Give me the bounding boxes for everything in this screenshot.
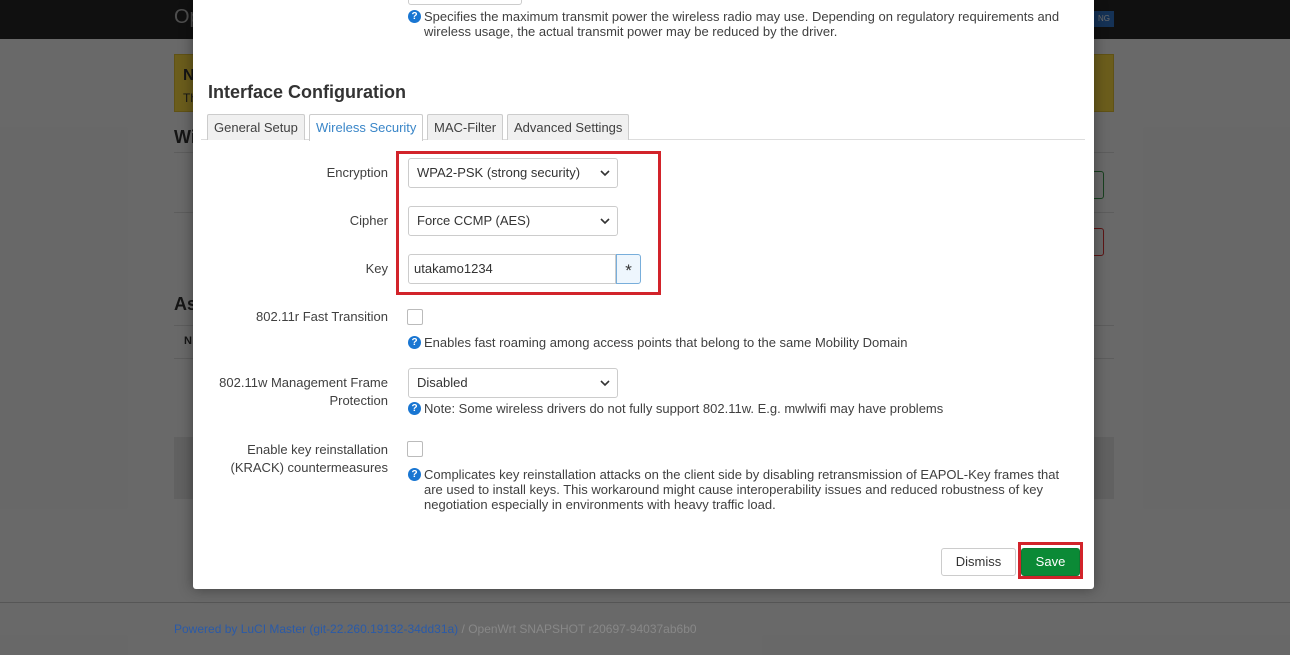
krack-checkbox[interactable] [407, 441, 423, 457]
help-icon: ? [408, 402, 421, 415]
key-label: Key [365, 261, 388, 276]
fast-transition-help: ? Enables fast roaming among access poin… [408, 335, 1078, 350]
encryption-label: Encryption [326, 165, 388, 180]
help-text: Complicates key reinstallation attacks o… [424, 467, 1060, 512]
tx-power-help: ? Specifies the maximum transmit power t… [408, 9, 1078, 39]
mgmt-protection-value: Disabled [417, 375, 468, 390]
label-line: (KRACK) countermeasures [230, 460, 389, 475]
tab-advanced-settings[interactable]: Advanced Settings [507, 114, 630, 140]
label-line: Protection [329, 393, 388, 408]
fast-transition-checkbox[interactable] [407, 309, 423, 325]
tab-mac-filter[interactable]: MAC-Filter [427, 114, 504, 140]
help-text: Note: Some wireless drivers do not fully… [424, 401, 944, 416]
save-button[interactable]: Save [1021, 548, 1080, 576]
label-line: Enable key reinstallation [247, 442, 388, 457]
tab-general-setup[interactable]: General Setup [207, 114, 305, 140]
page-footer: Powered by LuCI Master (git-22.260.19132… [174, 622, 697, 636]
wireless-config-modal: ? Specifies the maximum transmit power t… [193, 0, 1094, 589]
help-icon: ? [408, 336, 421, 349]
tab-bar: General Setup Wireless Security MAC-Filt… [201, 114, 1085, 141]
luci-link[interactable]: Powered by LuCI Master (git-22.260.19132… [174, 622, 458, 636]
footer-version: / OpenWrt SNAPSHOT r20697-94037ab6b0 [458, 622, 697, 636]
label-line: 802.11w Management Frame [219, 375, 388, 390]
help-icon: ? [408, 468, 421, 481]
tx-power-select[interactable] [408, 0, 522, 5]
fast-transition-label: 802.11r Fast Transition [256, 309, 388, 324]
section-title: Interface Configuration [208, 82, 407, 102]
krack-help: ? Complicates key reinstallation attacks… [408, 467, 1068, 512]
highlight-annotation [396, 151, 661, 295]
mgmt-protection-help: ? Note: Some wireless drivers do not ful… [408, 401, 1078, 416]
help-icon: ? [408, 10, 421, 23]
cipher-label: Cipher [349, 213, 388, 228]
tab-wireless-security[interactable]: Wireless Security [309, 114, 424, 141]
help-text: Enables fast roaming among access points… [424, 335, 908, 350]
krack-label: Enable key reinstallation (KRACK) counte… [231, 441, 389, 477]
dismiss-button[interactable]: Dismiss [941, 548, 1016, 576]
chevron-down-icon [600, 380, 610, 387]
help-text: Specifies the maximum transmit power the… [424, 9, 1060, 39]
mgmt-protection-select[interactable]: Disabled [408, 368, 618, 398]
mgmt-protection-label: 802.11w Management Frame Protection [219, 374, 388, 410]
